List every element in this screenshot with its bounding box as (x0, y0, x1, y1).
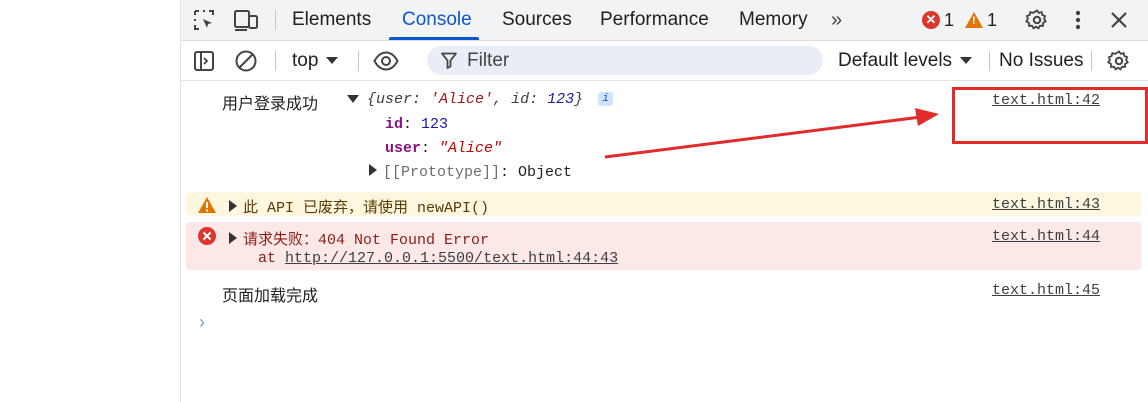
toolbar-divider (989, 51, 990, 71)
chevron-down-icon (326, 57, 339, 65)
expand-triangle-icon[interactable] (229, 200, 237, 212)
toolbar-divider (275, 51, 276, 71)
log-levels-dropdown[interactable]: Default levels (838, 41, 973, 80)
property-key: id (385, 116, 404, 133)
tab-sources[interactable]: Sources (502, 0, 572, 40)
object-brace-open: { (367, 91, 377, 108)
context-selector[interactable]: top (292, 41, 339, 80)
object-property-id: id: 123 (385, 116, 449, 133)
console-toolbar: top Default levels No Issues (181, 41, 1148, 81)
context-selector-label: top (292, 50, 319, 71)
log-message-text: 用户登录成功 (222, 96, 319, 113)
active-tab-indicator (389, 37, 479, 40)
filter-funnel-icon (441, 52, 457, 74)
error-count: 1 (944, 9, 955, 30)
settings-gear-icon[interactable] (1024, 8, 1050, 32)
error-icon (198, 227, 216, 250)
stack-prefix: at (258, 250, 277, 267)
expand-triangle-icon[interactable] (347, 95, 359, 104)
chevron-down-icon (960, 57, 973, 65)
warning-count: 1 (987, 9, 998, 30)
object-key-user: user (376, 91, 413, 108)
source-link[interactable]: text.html:43 (992, 196, 1100, 213)
warning-message-text: 此 API 已废弃，请使用 newAPI() (243, 200, 490, 217)
console-settings-gear-icon[interactable] (1106, 48, 1132, 74)
live-expression-eye-icon[interactable] (373, 48, 399, 74)
toolbar-divider (1091, 51, 1092, 71)
close-icon[interactable] (1106, 8, 1132, 32)
expand-triangle-icon[interactable] (369, 164, 377, 176)
filter-box[interactable] (427, 46, 823, 75)
tab-elements[interactable]: Elements (292, 0, 371, 40)
property-key: user (385, 140, 422, 157)
object-prototype[interactable]: [[Prototype]]: Object (369, 164, 572, 181)
devtools-tab-bar: Elements Console Sources Performance Mem… (181, 0, 1148, 41)
warning-counter[interactable]: ! 1 (965, 0, 997, 40)
log-message-text: 页面加载完成 (222, 288, 319, 305)
more-tabs-icon[interactable]: » (831, 0, 842, 40)
object-preview[interactable]: {user: 'Alice', id: 123} i (347, 91, 614, 108)
warning-icon (197, 196, 217, 219)
device-toolbar-icon[interactable] (233, 8, 259, 32)
warning-message[interactable]: 此 API 已废弃，请使用 newAPI() (229, 196, 489, 217)
error-icon: ✕ (922, 11, 940, 29)
annotation-highlight-box (952, 87, 1148, 144)
log-levels-label: Default levels (838, 50, 953, 71)
devtools-panel: Elements Console Sources Performance Mem… (181, 0, 1148, 402)
toolbar-divider (358, 51, 359, 71)
issues-button[interactable]: No Issues (999, 41, 1083, 80)
more-options-icon[interactable] (1065, 8, 1091, 32)
source-link[interactable]: text.html:44 (992, 228, 1100, 245)
tab-console[interactable]: Console (402, 0, 472, 40)
property-value: "Alice" (439, 140, 503, 157)
error-stack-trace: at http://127.0.0.1:5500/text.html:44:43 (258, 250, 618, 267)
object-value-id: 123 (547, 91, 575, 108)
error-message[interactable]: 请求失败：404 Not Found Error (229, 228, 489, 249)
info-icon[interactable]: i (598, 92, 614, 107)
property-value: Object (518, 164, 573, 181)
page-blank-area (0, 0, 181, 402)
warning-icon: ! (965, 12, 983, 28)
tab-memory[interactable]: Memory (739, 0, 808, 40)
error-message-text: 请求失败：404 Not Found Error (243, 232, 490, 249)
object-value-user: 'Alice' (430, 91, 494, 108)
error-counter[interactable]: ✕ 1 (922, 0, 954, 40)
property-value: 123 (421, 116, 449, 133)
tab-performance[interactable]: Performance (600, 0, 709, 40)
object-property-user: user: "Alice" (385, 140, 503, 157)
expand-triangle-icon[interactable] (229, 232, 237, 244)
source-link[interactable]: text.html:45 (992, 282, 1100, 299)
stack-trace-link[interactable]: http://127.0.0.1:5500/text.html:44:43 (285, 250, 618, 267)
property-key: [[Prototype]] (383, 164, 501, 181)
filter-input[interactable] (467, 46, 807, 75)
toolbar-divider (275, 10, 276, 30)
console-prompt[interactable]: › (199, 312, 205, 333)
object-key-id: id (511, 91, 530, 108)
inspect-element-icon[interactable] (191, 8, 217, 32)
object-brace-close: } (574, 91, 584, 108)
clear-console-icon[interactable] (233, 48, 259, 74)
sidebar-toggle-icon[interactable] (191, 48, 217, 74)
